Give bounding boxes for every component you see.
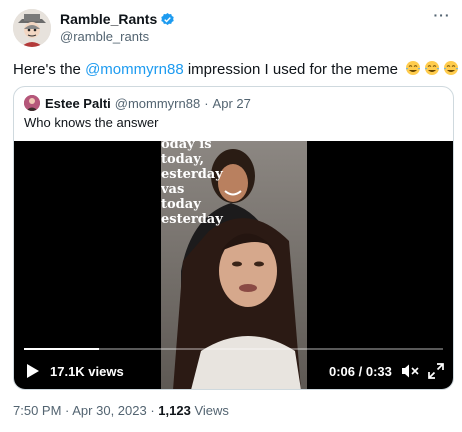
fullscreen-icon[interactable]: [428, 363, 444, 379]
tweet-footer: 7:50 PM · Apr 30, 2023 · 1,123 Views: [13, 403, 229, 418]
caption-line: today,: [161, 152, 205, 167]
quoted-date[interactable]: Apr 27: [213, 96, 251, 111]
quoted-author-name[interactable]: Estee Palti: [45, 96, 111, 111]
quoted-author-handle[interactable]: @mommyrn88: [115, 96, 200, 111]
verified-badge-icon: [161, 12, 174, 25]
profile-photo-icon: [24, 95, 40, 111]
author-handle[interactable]: @ramble_rants: [60, 29, 149, 44]
play-icon[interactable]: [26, 363, 40, 379]
face-with-tears-of-joy-icon: [425, 61, 440, 75]
caption-line: vas today: [161, 182, 201, 212]
video-frame: oday is today, esterday vas today esterd…: [161, 141, 307, 389]
footer-separator: ·: [61, 403, 73, 418]
quoted-tweet-text: Who knows the answer: [24, 115, 159, 130]
tweet-text-after: impression I used for the meme: [183, 61, 398, 78]
quoted-tweet-header: Estee Palti @mommyrn88 · Apr 27: [24, 95, 251, 111]
quoted-tweet[interactable]: Estee Palti @mommyrn88 · Apr 27 Who know…: [13, 86, 454, 390]
muted-speaker-icon[interactable]: [401, 363, 419, 379]
author-name[interactable]: Ramble_Rants: [60, 11, 175, 27]
video-time: 0:06 / 0:33: [329, 364, 392, 379]
video-views: 17.1K views: [50, 364, 124, 379]
tweet-text-before: Here's the: [13, 61, 86, 78]
author-avatar[interactable]: [13, 9, 51, 47]
views-label: Views: [190, 403, 229, 418]
author-name-text[interactable]: Ramble_Rants: [60, 11, 157, 27]
caption-line: esterday: [161, 212, 223, 227]
footer-separator: ·: [146, 403, 159, 418]
video-caption-text: oday is today, esterday vas today esterd…: [161, 141, 223, 227]
quoted-author-avatar[interactable]: [24, 95, 40, 111]
tweet-mention-link[interactable]: @mommyrn88: [85, 61, 184, 78]
face-with-tears-of-joy-icon: [406, 61, 421, 75]
face-with-tears-of-joy-icon: [444, 61, 459, 75]
caption-line: esterday: [161, 167, 223, 182]
video-progress-fill: [24, 348, 100, 350]
views-count: 1,123: [158, 403, 191, 418]
more-options-icon[interactable]: ···: [432, 8, 452, 24]
caption-line: oday is: [161, 141, 212, 152]
cartoon-avatar-icon: [13, 9, 51, 47]
tweet-date[interactable]: Apr 30, 2023: [72, 403, 146, 418]
video-player[interactable]: oday is today, esterday vas today esterd…: [14, 141, 453, 389]
quoted-separator: ·: [204, 95, 209, 111]
tweet-time[interactable]: 7:50 PM: [13, 403, 61, 418]
video-progress-bar[interactable]: [24, 348, 443, 350]
tweet-text: Here's the @mommyrn88 impression I used …: [13, 60, 459, 78]
